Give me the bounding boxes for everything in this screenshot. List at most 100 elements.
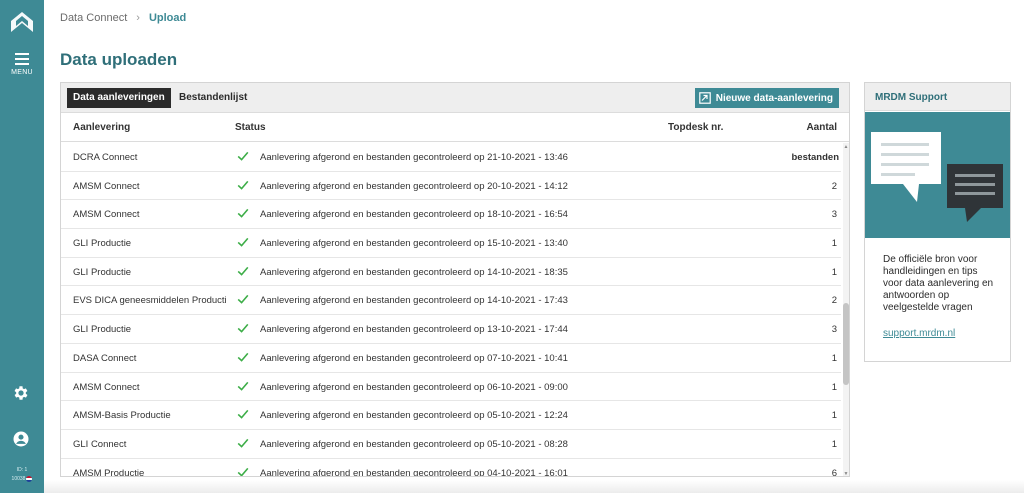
- cell-aanlevering: GLI Connect: [73, 438, 127, 450]
- sidebar: MENU ID: 1 10038: [0, 0, 44, 493]
- tab-bestandenlijst[interactable]: Bestandenlijst: [179, 88, 247, 108]
- cell-aanlevering: GLI Productie: [73, 324, 132, 336]
- cell-status: Aanlevering afgerond en bestanden gecont…: [260, 209, 568, 221]
- checkmark-icon: [237, 410, 249, 419]
- col-header-aantal[interactable]: Aantal: [806, 122, 837, 133]
- checkmark-icon: [237, 151, 249, 161]
- new-delivery-button[interactable]: Nieuwe data-aanlevering: [694, 88, 839, 108]
- checkmark-icon: [237, 295, 249, 305]
- table-row[interactable]: EVS DICA geneesmiddelen Productie Aanleve…: [61, 286, 841, 316]
- cell-aantal: 1: [831, 381, 837, 393]
- cell-aanlevering: GLI Productie: [73, 238, 132, 250]
- checkmark-icon: [237, 352, 249, 362]
- bottom-edge: [44, 480, 1024, 493]
- dutch-flag-icon: [26, 475, 33, 482]
- table-row[interactable]: DASA Connect Aanlevering afgerond en best…: [61, 344, 841, 373]
- scroll-down-icon[interactable]: ▼: [843, 471, 849, 476]
- cell-status: Aanlevering afgerond en bestanden gecont…: [260, 180, 568, 192]
- cell-status: Aanlevering afgerond en bestanden gecont…: [260, 238, 568, 250]
- support-description: De officiële bron voor handleidingen en …: [883, 254, 994, 313]
- breadcrumb-current: Upload: [148, 12, 187, 24]
- menu-label: MENU: [11, 69, 33, 76]
- chevron-right-icon: ›: [136, 12, 140, 24]
- user-icon[interactable]: [12, 430, 30, 448]
- col-header-status[interactable]: Status: [235, 122, 266, 133]
- cell-aantal: 6: [831, 467, 837, 477]
- user-id: ID: 1: [16, 467, 28, 473]
- support-title: MRDM Support: [865, 83, 1010, 111]
- table-body: DCRA Connect Aanlevering afgerond en best…: [61, 143, 841, 477]
- breadcrumb: Data Connect › Upload: [60, 12, 186, 24]
- table-row[interactable]: GLI Connect Aanlevering afgerond en besta…: [61, 430, 841, 459]
- table-row[interactable]: GLI Productie Aanlevering afgerond en bes…: [61, 258, 841, 287]
- upload-icon: [698, 92, 711, 104]
- panel-toolbar: Data aanleveringen Bestandenlijst Nieuwe…: [61, 83, 849, 113]
- gear-icon[interactable]: [12, 384, 30, 402]
- cell-status: Aanlevering afgerond en bestanden gecont…: [260, 152, 568, 163]
- cell-status: Aanlevering afgerond en bestanden gecont…: [260, 266, 568, 278]
- cell-aantal: 1: [831, 410, 837, 422]
- checkmark-icon: [237, 324, 249, 333]
- support-panel: MRDM Support De officiële bron voor hand…: [864, 82, 1011, 362]
- checkmark-icon: [237, 438, 249, 448]
- table-row[interactable]: AMSM Connect Aanlevering afgerond en best…: [61, 373, 841, 402]
- app-logo-icon[interactable]: [8, 8, 36, 36]
- cell-status: Aanlevering afgerond en bestanden gecont…: [260, 295, 568, 307]
- cell-aantal: 2: [831, 295, 837, 307]
- cell-aantal: bestanden: [791, 152, 839, 163]
- table-row[interactable]: DCRA Connect Aanlevering afgerond en best…: [61, 143, 841, 172]
- cell-aanlevering: AMSM Productie: [73, 467, 145, 477]
- table-row[interactable]: GLI Productie Aanlevering afgerond en bes…: [61, 315, 841, 344]
- table-header: Aanlevering Status Topdesk nr. Aantal: [61, 114, 849, 142]
- cell-status: Aanlevering afgerond en bestanden gecont…: [260, 381, 568, 393]
- tab-data-aanleveringen[interactable]: Data aanleveringen: [67, 88, 171, 108]
- col-header-aanlevering[interactable]: Aanlevering: [73, 122, 130, 133]
- checkmark-icon: [237, 209, 249, 219]
- user-id-info: ID: 1 10038: [0, 466, 44, 484]
- cell-aantal: 1: [831, 352, 837, 364]
- checkmark-icon: [237, 266, 249, 276]
- scrollbar-thumb[interactable]: [843, 303, 849, 385]
- breadcrumb-root[interactable]: Data Connect: [60, 12, 127, 24]
- deliveries-panel: Data aanleveringen Bestandenlijst Nieuwe…: [60, 82, 850, 477]
- org-id: 10038: [11, 476, 26, 482]
- cell-status: Aanlevering afgerond en bestanden gecont…: [260, 352, 568, 364]
- cell-aanlevering: GLI Productie: [73, 266, 132, 278]
- cell-aanlevering: AMSM Connect: [73, 180, 140, 192]
- table-scrollbar[interactable]: ▲ ▼: [842, 143, 849, 476]
- page-title: Data uploaden: [60, 50, 178, 69]
- cell-aantal: 3: [831, 209, 837, 221]
- col-header-topdesk[interactable]: Topdesk nr.: [668, 122, 723, 133]
- table-row[interactable]: AMSM Connect Aanlevering afgerond en best…: [61, 200, 841, 230]
- new-delivery-label: Nieuwe data-aanlevering: [715, 92, 833, 104]
- support-link[interactable]: support.mrdm.nl: [883, 328, 955, 339]
- checkmark-icon: [237, 381, 249, 391]
- cell-status: Aanlevering afgerond en bestanden gecont…: [260, 410, 568, 422]
- cell-aanlevering: AMSM Connect: [73, 381, 140, 393]
- menu-button[interactable]: MENU: [0, 52, 44, 86]
- scroll-up-icon[interactable]: ▲: [843, 144, 849, 150]
- checkmark-icon: [237, 180, 249, 190]
- cell-aantal: 1: [831, 266, 837, 278]
- checkmark-icon: [237, 237, 249, 247]
- cell-aanlevering: AMSM-Basis Productie: [73, 410, 171, 422]
- chat-bubbles-icon: [871, 132, 1003, 222]
- table-row[interactable]: AMSM Productie Aanlevering afgerond en be…: [61, 459, 841, 477]
- cell-status: Aanlevering afgerond en bestanden gecont…: [260, 467, 568, 477]
- table-row[interactable]: AMSM Connect Aanlevering afgerond en best…: [61, 172, 841, 201]
- table-row[interactable]: GLI Productie Aanlevering afgerond en bes…: [61, 229, 841, 258]
- cell-aanlevering: AMSM Connect: [73, 209, 140, 221]
- cell-aantal: 1: [831, 438, 837, 450]
- hamburger-icon: [15, 53, 29, 65]
- cell-aantal: 2: [831, 180, 837, 192]
- table-row[interactable]: AMSM-Basis Productie Aanlevering afgerond…: [61, 401, 841, 430]
- cell-aantal: 3: [831, 324, 837, 336]
- cell-aantal: 1: [831, 238, 837, 250]
- cell-aanlevering: DASA Connect: [73, 352, 137, 364]
- checkmark-icon: [237, 467, 249, 476]
- cell-status: Aanlevering afgerond en bestanden gecont…: [260, 324, 568, 336]
- chat-bubbles-illustration: [865, 112, 1010, 238]
- cell-aanlevering: EVS DICA geneesmiddelen Productie: [73, 295, 227, 307]
- cell-status: Aanlevering afgerond en bestanden gecont…: [260, 438, 568, 450]
- cell-aanlevering: DCRA Connect: [73, 152, 138, 163]
